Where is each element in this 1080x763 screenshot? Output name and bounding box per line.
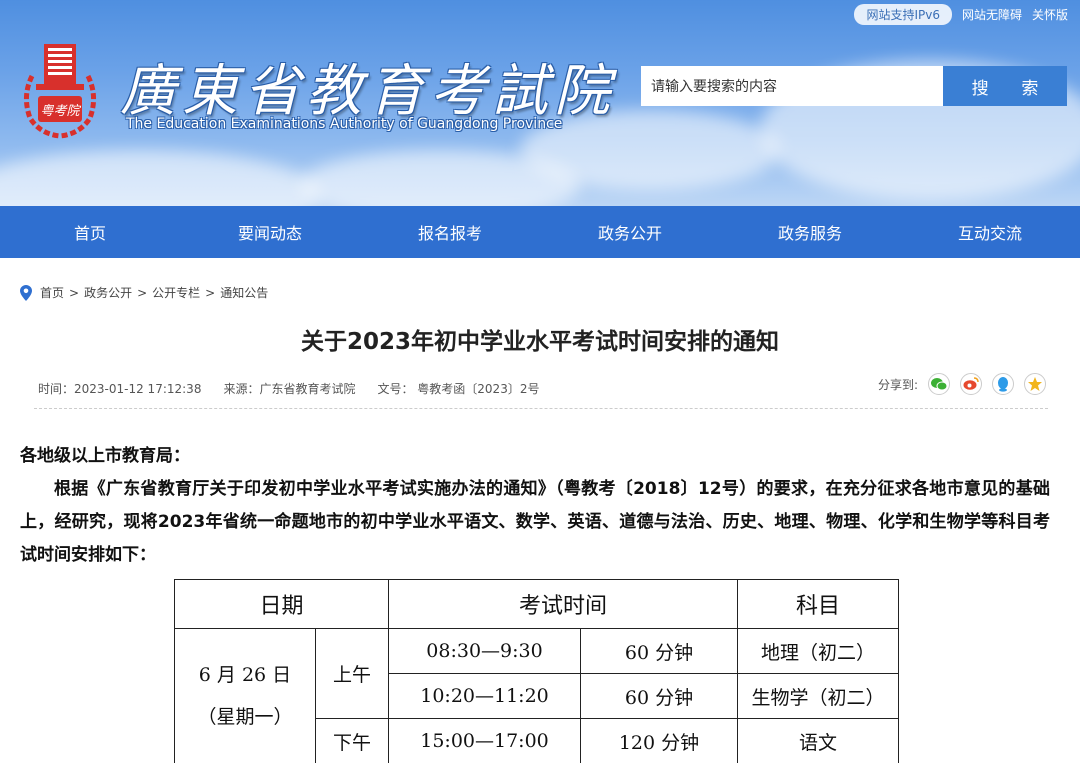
seal-text: 粤考院 [40, 103, 81, 119]
subject-cell: 地理（初二） [737, 628, 899, 674]
nav-item-news[interactable]: 要闻动态 [180, 206, 360, 258]
top-links: 网站支持IPv6 网站无障碍 关怀版 [854, 4, 1068, 25]
qq-share-icon[interactable] [992, 373, 1014, 395]
article-body: 各地级以上市教育局： 根据《广东省教育厅关于印发初中学业水平考试实施办法的通知》… [20, 440, 1050, 572]
breadcrumb-gov-info[interactable]: 政务公开 [84, 284, 132, 301]
wechat-share-icon[interactable] [928, 373, 950, 395]
publish-time: 时间：2023-01-12 17:12:38 [38, 382, 202, 396]
header-banner: 网站支持IPv6 网站无障碍 关怀版 粤考院 廣東省教育考試院 The Educ… [0, 0, 1080, 206]
date-value: 6 月 26 日 [198, 664, 292, 686]
search-button[interactable]: 搜 索 [943, 66, 1067, 106]
share-bar: 分享到: [878, 373, 1046, 395]
salutation: 各地级以上市教育局： [20, 446, 190, 466]
breadcrumb-home[interactable]: 首页 [40, 284, 64, 301]
breadcrumb-separator: > [69, 285, 80, 300]
nav-item-home[interactable]: 首页 [0, 206, 180, 258]
page-title: 关于2023年初中学业水平考试时间安排的通知 [300, 329, 779, 355]
article-paragraph: 根据《广东省教育厅关于印发初中学业水平考试实施办法的通知》（粤教考〔2018〕1… [20, 479, 1050, 565]
duration-cell: 60 分钟 [580, 673, 738, 719]
weibo-share-icon[interactable] [960, 373, 982, 395]
time-cell: 08:30—9:30 [388, 628, 581, 674]
logo-seal[interactable]: 粤考院 [14, 40, 106, 140]
header-exam-time: 考试时间 [388, 579, 738, 629]
nav-item-interaction[interactable]: 互动交流 [900, 206, 1080, 258]
subject-cell: 生物学（初二） [737, 673, 899, 719]
meta-divider [34, 408, 1048, 409]
main-nav: 首页 要闻动态 报名报考 政务公开 政务服务 互动交流 [0, 206, 1080, 258]
breadcrumb-separator: > [137, 285, 148, 300]
nav-item-gov-info[interactable]: 政务公开 [540, 206, 720, 258]
share-label: 分享到: [877, 377, 918, 392]
morning-cell: 上午 [315, 628, 389, 719]
care-version-link[interactable]: 关怀版 [1032, 6, 1068, 23]
site-title-en: The Education Examinations Authority of … [126, 116, 563, 132]
article-source: 来源：广东省教育考试院 [223, 382, 356, 396]
breadcrumb-notices[interactable]: 通知公告 [220, 284, 268, 301]
breadcrumb-separator: > [205, 285, 216, 300]
location-pin-icon [20, 284, 32, 301]
breadcrumb-column[interactable]: 公开专栏 [152, 284, 200, 301]
duration-cell: 60 分钟 [580, 628, 738, 674]
weekday-value: （星期一） [197, 706, 293, 728]
breadcrumb: 首页 > 政务公开 > 公开专栏 > 通知公告 [20, 284, 268, 301]
nav-item-registration[interactable]: 报名报考 [360, 206, 540, 258]
exam-schedule-table: 日期 考试时间 科目 6 月 26 日 （星期一） 上午 08:30—9:30 … [174, 579, 899, 763]
search-input[interactable] [641, 66, 943, 106]
cloud-decoration [0, 150, 320, 206]
subject-cell: 语文 [737, 718, 899, 763]
table-row: 6 月 26 日 （星期一） 上午 08:30—9:30 60 分钟 地理（初二… [174, 628, 899, 763]
table-header-row: 日期 考试时间 科目 [174, 579, 899, 629]
site-title-cn[interactable]: 廣東省教育考試院 [120, 46, 616, 127]
header-date: 日期 [174, 579, 389, 629]
accessibility-link[interactable]: 网站无障碍 [962, 6, 1022, 23]
article-meta: 时间：2023-01-12 17:12:38 来源：广东省教育考试院 文号： 粤… [38, 380, 539, 397]
date-cell: 6 月 26 日 （星期一） [174, 628, 316, 763]
afternoon-cell: 下午 [315, 718, 389, 763]
time-cell: 15:00—17:00 [388, 718, 581, 763]
nav-item-gov-service[interactable]: 政务服务 [720, 206, 900, 258]
ipv6-badge: 网站支持IPv6 [854, 4, 952, 25]
header-subject: 科目 [737, 579, 899, 629]
duration-cell: 120 分钟 [580, 718, 738, 763]
qzone-share-icon[interactable] [1024, 373, 1046, 395]
document-number: 文号： 粤教考函〔2023〕2号 [377, 382, 540, 396]
time-cell: 10:20—11:20 [388, 673, 581, 719]
